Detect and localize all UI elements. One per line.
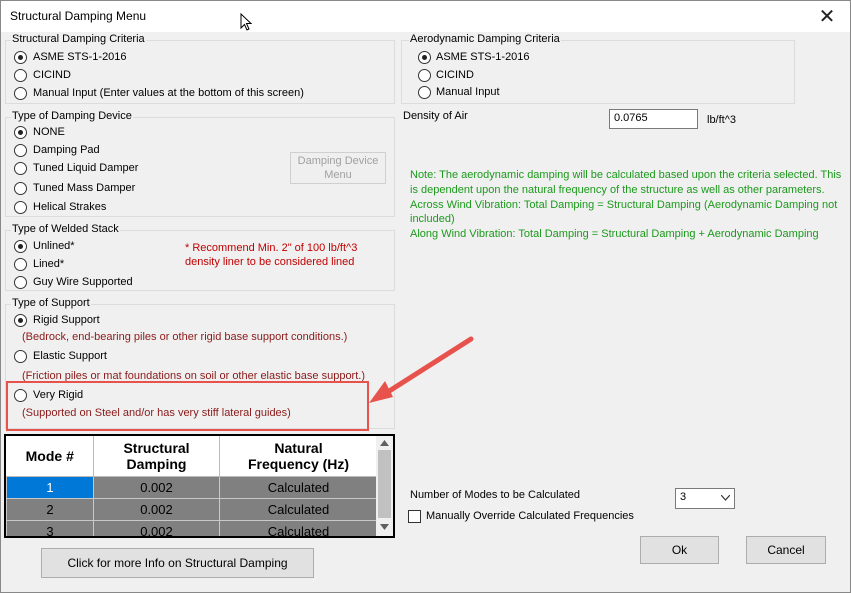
structural-damping-window: Structural Damping Menu ✕ Structural Dam…: [0, 0, 851, 593]
damping-device-label-tmd: Tuned Mass Damper: [33, 182, 136, 194]
col-header-frequency-line2: Frequency (Hz): [247, 455, 350, 472]
mouse-cursor-icon: [240, 13, 252, 31]
frequency-cell[interactable]: Calculated: [219, 497, 378, 521]
damping-device-label-tld: Tuned Liquid Damper: [33, 162, 139, 174]
scroll-up-icon[interactable]: [380, 440, 389, 446]
damping-cell[interactable]: 0.002: [93, 519, 220, 536]
damping-device-radio-none[interactable]: [14, 126, 27, 139]
modes-select-value: 3: [680, 491, 687, 503]
note-line2: is dependent upon the natural frequency …: [410, 184, 825, 196]
title-bar: Structural Damping Menu ✕: [1, 1, 850, 32]
structural-criteria-label-cicind: CICIND: [33, 69, 71, 81]
damping-device-radio-tmd[interactable]: [14, 182, 27, 195]
note-line3: Across Wind Vibration: Total Damping = S…: [410, 199, 838, 211]
mode-cell[interactable]: 3: [6, 519, 94, 536]
air-density-unit: lb/ft^3: [707, 114, 737, 126]
damping-table: Mode # Structural Damping Natural Freque…: [6, 436, 378, 536]
welded-stack-radio-unlined[interactable]: [14, 240, 27, 253]
support-radio-rigid[interactable]: [14, 314, 27, 327]
note-line5: Along Wind Vibration: Total Damping = St…: [410, 228, 819, 240]
damping-device-label-strakes: Helical Strakes: [33, 201, 107, 213]
damping-device-label-pad: Damping Pad: [33, 144, 100, 156]
frequency-cell[interactable]: Calculated: [219, 475, 378, 499]
damping-device-label-none: NONE: [33, 126, 65, 138]
aero-criteria-label-asme: ASME STS-1-2016: [436, 51, 530, 63]
col-header-frequency-line1: Natural: [274, 439, 323, 456]
welded-stack-legend: Type of Welded Stack: [11, 223, 120, 235]
scroll-thumb[interactable]: [378, 450, 391, 518]
air-density-input[interactable]: 0.0765: [609, 109, 698, 129]
modes-label: Number of Modes to be Calculated: [410, 489, 580, 501]
damping-device-menu-line2: Menu: [324, 169, 352, 181]
note-line1: Note: The aerodynamic damping will be ca…: [410, 169, 842, 181]
col-header-damping-line1: Structural: [123, 439, 190, 456]
grid-scrollbar[interactable]: [376, 436, 393, 536]
frequency-cell[interactable]: Calculated: [219, 519, 378, 536]
damping-grid: Mode # Structural Damping Natural Freque…: [4, 434, 395, 538]
support-radio-elastic[interactable]: [14, 350, 27, 363]
col-header-frequency[interactable]: Natural Frequency (Hz): [219, 436, 378, 477]
welded-stack-radio-lined[interactable]: [14, 258, 27, 271]
col-header-damping-line2: Damping: [126, 455, 187, 472]
aero-criteria-legend: Aerodynamic Damping Criteria: [409, 33, 561, 45]
welded-stack-radio-guy-wire[interactable]: [14, 276, 27, 289]
note-line4: included): [410, 213, 455, 225]
damping-device-radio-strakes[interactable]: [14, 201, 27, 214]
damping-device-radio-tld[interactable]: [14, 162, 27, 175]
air-density-label: Density of Air: [403, 110, 468, 122]
table-row[interactable]: 2 0.002 Calculated: [6, 497, 378, 521]
damping-device-menu-button[interactable]: Damping Device Menu: [290, 152, 386, 184]
support-label-elastic: Elastic Support: [33, 350, 107, 362]
structural-damping-info-button[interactable]: Click for more Info on Structural Dampin…: [41, 548, 314, 578]
damping-device-legend: Type of Damping Device: [11, 110, 133, 122]
cancel-button[interactable]: Cancel: [746, 536, 826, 564]
liner-note-line2: density liner to be considered lined: [185, 256, 355, 268]
scroll-down-icon[interactable]: [380, 524, 389, 530]
damping-device-radio-pad[interactable]: [14, 144, 27, 157]
liner-note-line1: * Recommend Min. 2" of 100 lb/ft^3: [185, 242, 358, 254]
aero-criteria-radio-asme[interactable]: [418, 51, 431, 64]
support-desc-rigid: (Bedrock, end-bearing piles or other rig…: [22, 331, 348, 343]
chevron-down-icon: [721, 495, 730, 501]
structural-criteria-legend: Structural Damping Criteria: [11, 33, 146, 45]
table-row[interactable]: 3 0.002 Calculated: [6, 519, 378, 536]
structural-criteria-radio-cicind[interactable]: [14, 69, 27, 82]
structural-criteria-radio-asme[interactable]: [14, 51, 27, 64]
table-row[interactable]: 1 0.002 Calculated: [6, 475, 378, 499]
close-icon[interactable]: ✕: [804, 1, 850, 32]
aero-criteria-label-manual: Manual Input: [436, 86, 500, 98]
mode-cell[interactable]: 2: [6, 497, 94, 521]
override-label: Manually Override Calculated Frequencies: [426, 510, 634, 522]
structural-criteria-label-asme: ASME STS-1-2016: [33, 51, 127, 63]
welded-stack-label-lined: Lined*: [33, 258, 65, 270]
support-legend: Type of Support: [11, 297, 91, 309]
aero-criteria-radio-manual[interactable]: [418, 86, 431, 99]
damping-cell[interactable]: 0.002: [93, 475, 220, 499]
callout-arrow-icon: [369, 336, 474, 403]
structural-criteria-radio-manual[interactable]: [14, 87, 27, 100]
very-rigid-highlight-box: [6, 381, 369, 431]
aero-criteria-label-cicind: CICIND: [436, 69, 474, 81]
col-header-mode[interactable]: Mode #: [6, 436, 94, 477]
welded-stack-label-guy-wire: Guy Wire Supported: [33, 276, 133, 288]
mode-cell[interactable]: 1: [6, 475, 94, 499]
window-title: Structural Damping Menu: [10, 9, 147, 23]
aero-criteria-radio-cicind[interactable]: [418, 69, 431, 82]
structural-criteria-label-manual: Manual Input (Enter values at the bottom…: [33, 87, 304, 99]
damping-device-menu-line1: Damping Device: [297, 155, 379, 167]
support-label-rigid: Rigid Support: [33, 314, 100, 326]
override-checkbox[interactable]: [408, 510, 421, 523]
welded-stack-label-unlined: Unlined*: [33, 240, 75, 252]
col-header-damping[interactable]: Structural Damping: [93, 436, 220, 477]
ok-button[interactable]: Ok: [640, 536, 719, 564]
damping-cell[interactable]: 0.002: [93, 497, 220, 521]
modes-select[interactable]: 3: [675, 488, 735, 509]
